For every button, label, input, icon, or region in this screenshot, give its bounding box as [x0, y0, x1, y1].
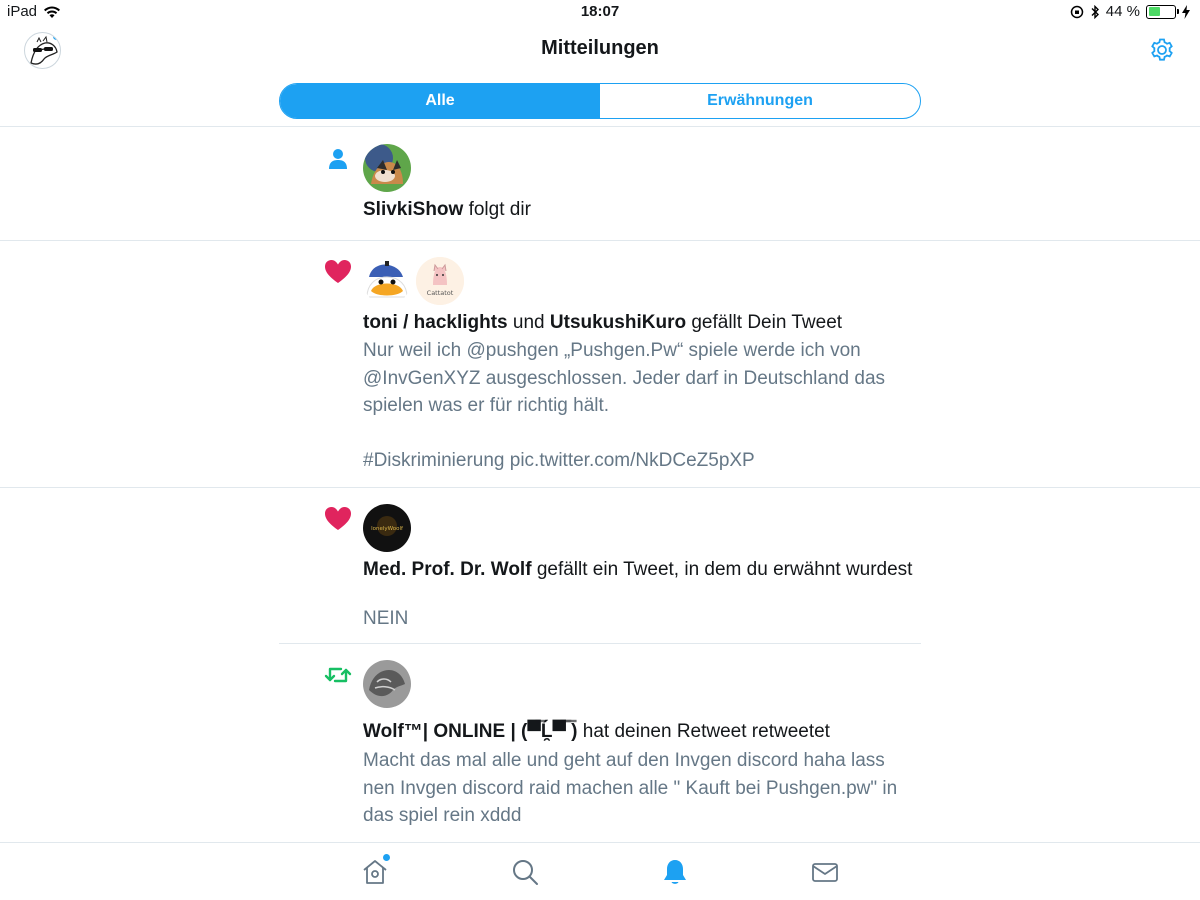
battery-percent: 44 % [1105, 3, 1140, 20]
status-time: 18:07 [580, 3, 620, 20]
battery-fill [1148, 7, 1160, 16]
avatar-image-lonelywolf: lonelyWoolf [363, 504, 411, 552]
avatar-label: Cattatot [427, 289, 454, 297]
tab-bar [0, 842, 1200, 900]
notification-avatars [363, 660, 411, 708]
notification-text: Wolf™| ONLINE | (▀̿Ĺ̯▀̿ ̿) hat deinen Re… [363, 719, 913, 745]
settings-gear-icon[interactable] [1148, 36, 1176, 64]
tab-mentions[interactable]: Erwähnungen [600, 84, 920, 118]
notification-avatars: Cattatot [363, 257, 464, 305]
notification-item[interactable]: SlivkiShow folgt dir [279, 127, 921, 240]
tab-all[interactable]: Alle [280, 84, 600, 118]
tab-search[interactable] [510, 857, 540, 887]
home-badge-dot [383, 854, 390, 861]
notification-item[interactable]: Cattatot toni / hacklights und Utsukushi… [279, 241, 921, 487]
page-title: Mitteilungen [541, 37, 659, 59]
retweet-icon [324, 667, 352, 683]
notification-text: SlivkiShow folgt dir [363, 197, 913, 223]
user-avatar[interactable]: lonelyWoolf [363, 504, 411, 552]
actor-name[interactable]: toni / hacklights [363, 312, 508, 333]
notification-action: folgt dir [463, 199, 531, 220]
user-avatar[interactable] [363, 144, 411, 192]
notification-action: hat deinen Retweet retweetet [577, 721, 830, 742]
actor-name[interactable]: Wolf™| ONLINE | (▀̿Ĺ̯▀̿ ̿) [363, 721, 578, 742]
tweet-preview[interactable]: NEIN [363, 605, 913, 633]
user-avatar[interactable] [363, 257, 411, 305]
actor-name[interactable]: SlivkiShow [363, 199, 463, 220]
bell-icon [664, 860, 686, 884]
notification-action: gefällt ein Tweet, in dem du erwähnt wur… [531, 559, 913, 580]
orientation-lock-icon [1070, 5, 1084, 18]
charging-icon [1182, 4, 1190, 19]
tweet-preview[interactable]: Macht das mal alle und geht auf den Invg… [363, 747, 913, 830]
bluetooth-icon [1091, 4, 1099, 19]
status-bar: iPad 18:07 44 % [0, 0, 1200, 24]
notification-action: gefällt Dein Tweet [686, 312, 843, 333]
battery-icon [1146, 4, 1179, 19]
mail-icon [812, 863, 838, 882]
tab-messages[interactable] [810, 857, 840, 887]
search-icon [513, 860, 538, 885]
user-avatar[interactable] [363, 660, 411, 708]
user-avatar[interactable]: Cattatot [416, 257, 464, 305]
tab-home[interactable] [360, 854, 390, 887]
home-icon [363, 860, 387, 884]
heart-icon [325, 260, 351, 283]
nav-bar: Mitteilungen [0, 24, 1200, 76]
notification-text: toni / hacklights und UtsukushiKuro gefä… [363, 310, 913, 336]
actor-name[interactable]: UtsukushiKuro [550, 312, 686, 333]
notification-avatars [363, 144, 411, 192]
heart-icon [325, 507, 351, 530]
notifications-filter: Alle Erwähnungen [279, 83, 921, 119]
actor-name[interactable]: Med. Prof. Dr. Wolf [363, 559, 532, 580]
tab-notifications[interactable] [660, 857, 690, 887]
avatar-image-duck [363, 257, 411, 305]
avatar-image-wolf [363, 660, 411, 708]
avatar-image-cattatot: Cattatot [416, 257, 464, 305]
notification-item[interactable]: Wolf™| ONLINE | (▀̿Ĺ̯▀̿ ̿) hat deinen Re… [279, 644, 921, 842]
notification-item[interactable]: lonelyWoolf Med. Prof. Dr. Wolf gefällt … [279, 488, 921, 643]
tweet-preview[interactable]: Nur weil ich @pushgen „Pushgen.Pw“ spiel… [363, 337, 913, 475]
notification-avatars: lonelyWoolf [363, 504, 411, 552]
avatar-label: lonelyWoolf [371, 526, 404, 532]
status-right: 44 % [1070, 3, 1190, 20]
connector-text: und [507, 312, 550, 333]
notification-text: Med. Prof. Dr. Wolf gefällt ein Tweet, i… [363, 557, 913, 583]
person-icon [329, 149, 347, 169]
avatar-image-cat [363, 144, 411, 192]
